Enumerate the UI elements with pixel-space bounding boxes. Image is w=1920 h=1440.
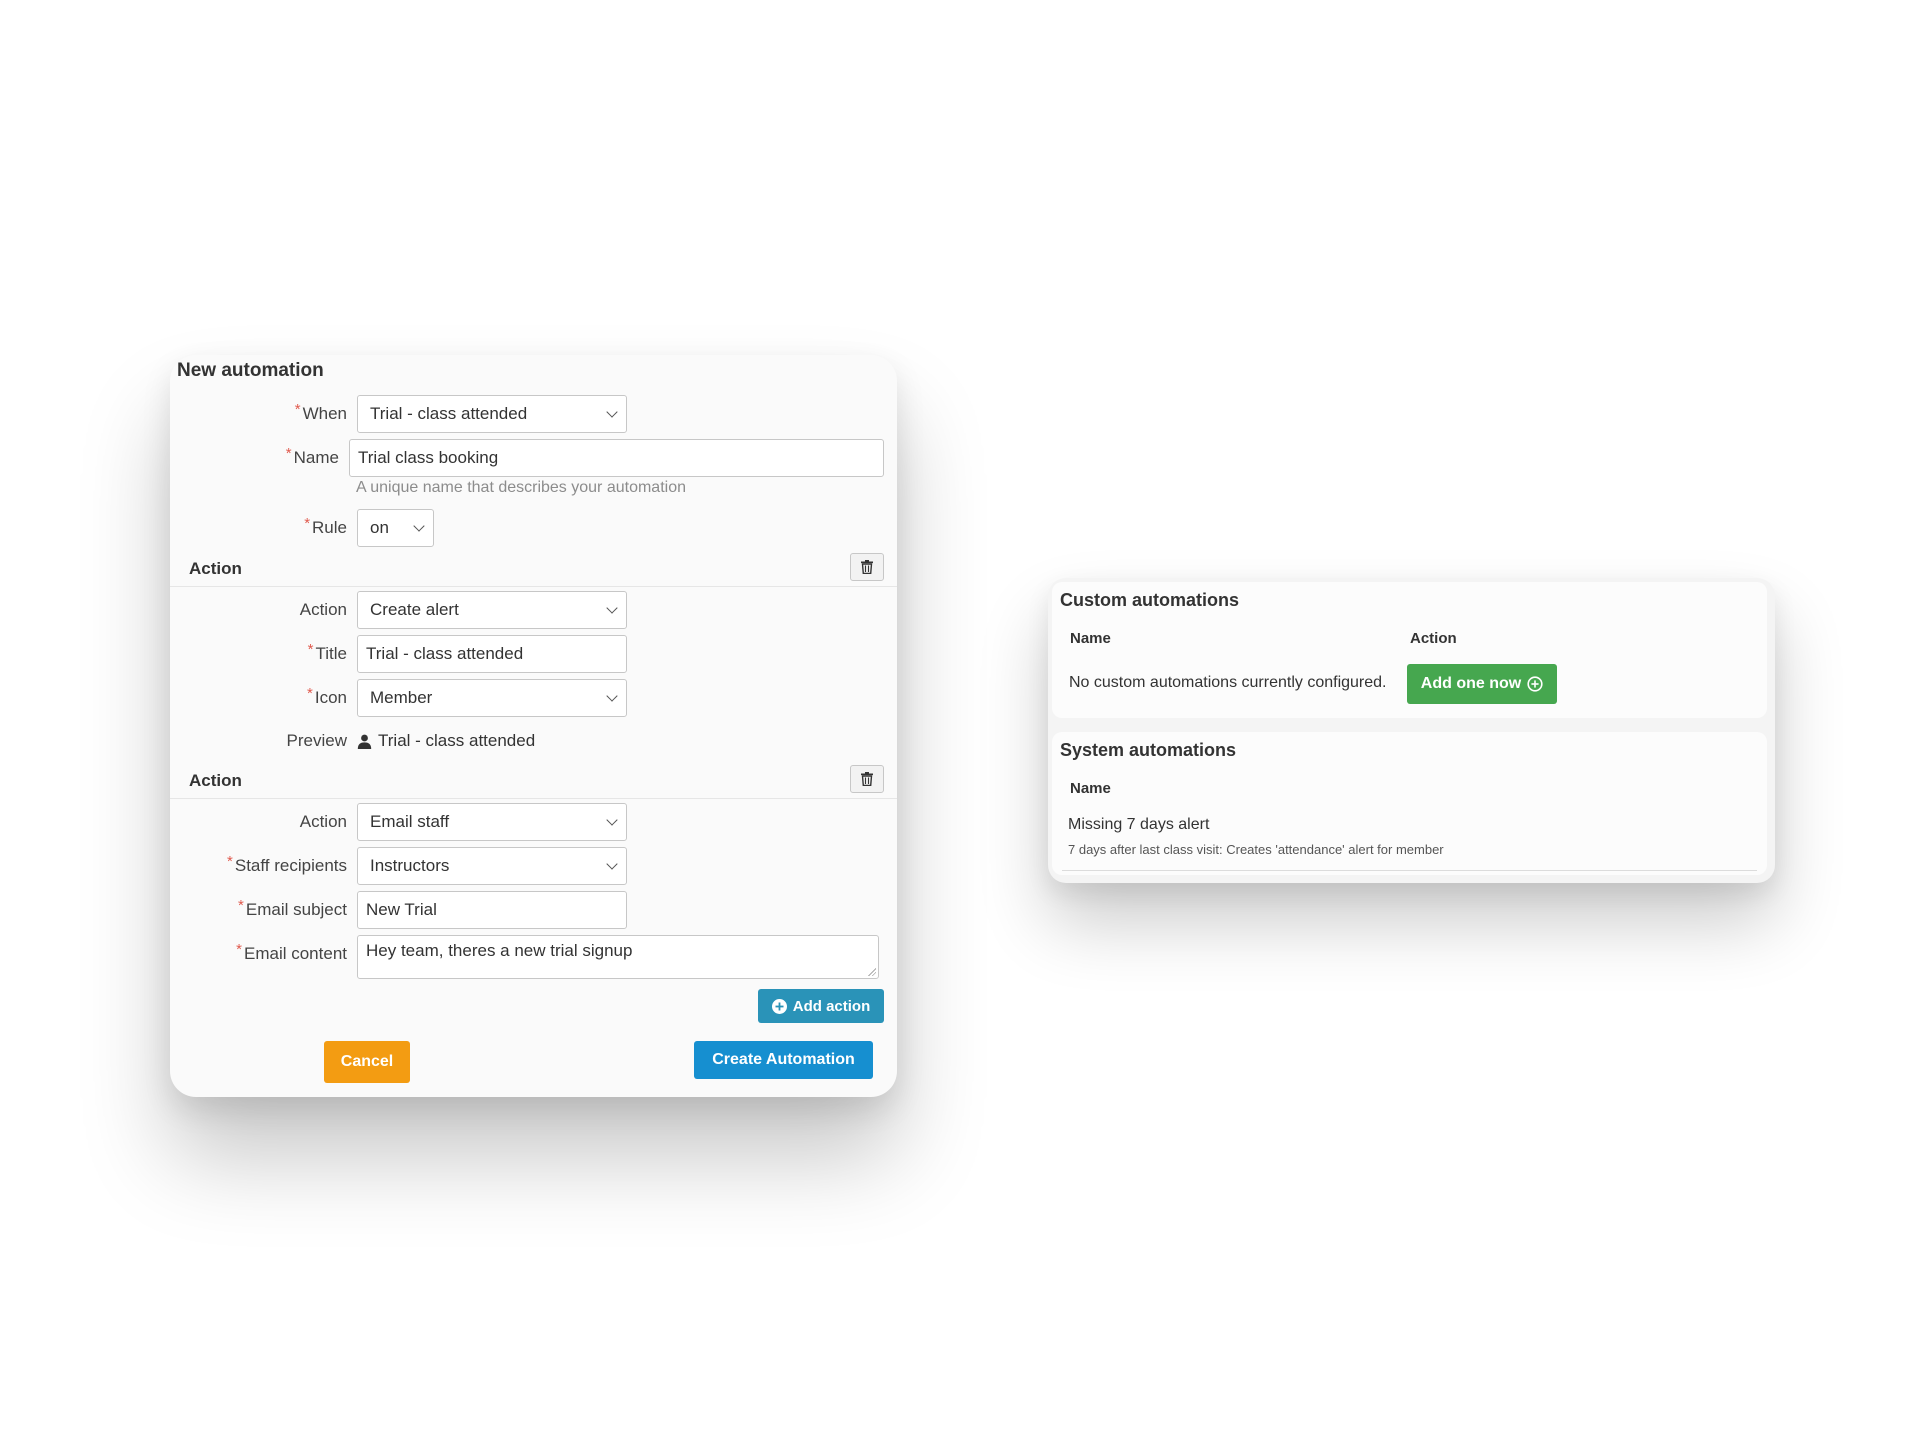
name-label: * Name xyxy=(285,445,339,467)
icon-row: * Icon Member xyxy=(170,679,897,717)
when-row: * When Trial - class attended xyxy=(170,395,897,433)
email-subject-label: * Email subject xyxy=(238,897,347,919)
preview-label: Preview xyxy=(286,731,347,750)
action-type-select[interactable]: Email staff xyxy=(357,803,627,841)
alert-title-input[interactable]: Trial - class attended xyxy=(357,635,627,673)
required-marker: * xyxy=(307,641,314,658)
required-marker: * xyxy=(294,401,301,418)
rule-row: * Rule on xyxy=(170,509,897,547)
alert-title-label: * Title xyxy=(307,641,347,663)
action-type-row: Action Create alert xyxy=(170,591,897,629)
icon-label: * Icon xyxy=(307,685,347,707)
column-header-name: Name xyxy=(1070,630,1111,647)
column-header-name: Name xyxy=(1070,780,1111,797)
preview-row: Preview Trial - class attended xyxy=(170,722,897,760)
system-automation-description: 7 days after last class visit: Creates '… xyxy=(1068,842,1444,857)
action-section-header: Action xyxy=(170,553,897,587)
trash-icon xyxy=(861,560,873,574)
new-automation-panel: New automation * When Trial - class atten… xyxy=(170,355,897,1097)
add-one-now-button[interactable]: Add one now xyxy=(1407,664,1557,704)
trash-icon xyxy=(861,772,873,786)
email-content-row: * Email content Hey team, theres a new tr… xyxy=(170,935,897,979)
resize-handle[interactable] xyxy=(868,968,876,976)
delete-action-button[interactable] xyxy=(850,553,884,581)
system-automation-name: Missing 7 days alert xyxy=(1068,816,1210,833)
plus-circle-icon xyxy=(771,998,787,1014)
email-content-textarea[interactable]: Hey team, theres a new trial signup xyxy=(357,935,879,979)
action-type-select[interactable]: Create alert xyxy=(357,591,627,629)
email-subject-row: * Email subject New Trial xyxy=(170,891,897,929)
cancel-button[interactable]: Cancel xyxy=(324,1041,410,1083)
required-marker: * xyxy=(285,445,292,462)
name-row: * Name Trial class booking xyxy=(170,439,897,477)
staff-recipients-row: * Staff recipients Instructors xyxy=(170,847,897,885)
custom-automations-title: Custom automations xyxy=(1060,590,1240,610)
rule-select[interactable]: on xyxy=(357,509,434,547)
staff-recipients-select[interactable]: Instructors xyxy=(357,847,627,885)
when-select[interactable]: Trial - class attended xyxy=(357,395,627,433)
action-type-row: Action Email staff xyxy=(170,803,897,841)
add-action-button[interactable]: Add action xyxy=(758,989,884,1023)
action-type-label: Action xyxy=(299,812,347,831)
staff-recipients-label: * Staff recipients xyxy=(227,853,347,875)
email-subject-input[interactable]: New Trial xyxy=(357,891,627,929)
automations-list-panel: Custom automations Name Action No custom… xyxy=(1048,578,1775,883)
required-marker: * xyxy=(238,897,244,914)
plus-circle-icon xyxy=(1527,676,1543,692)
required-marker: * xyxy=(307,685,313,702)
system-automations-card: System automations Name Missing 7 days a… xyxy=(1052,732,1767,875)
alert-title-row: * Title Trial - class attended xyxy=(170,635,897,673)
custom-automations-card: Custom automations Name Action No custom… xyxy=(1052,582,1767,718)
add-action-label: Add action xyxy=(792,997,871,1015)
name-input[interactable]: Trial class booking xyxy=(349,439,884,477)
email-content-label: * Email content xyxy=(236,941,347,963)
required-marker: * xyxy=(304,515,311,532)
when-label: * When xyxy=(294,401,347,423)
action-section-header: Action xyxy=(170,765,897,799)
rule-label: * Rule xyxy=(304,515,347,537)
required-marker: * xyxy=(236,941,242,958)
panel-title: New automation xyxy=(177,360,324,381)
icon-select[interactable]: Member xyxy=(357,679,627,717)
empty-state-text: No custom automations currently configur… xyxy=(1069,674,1387,691)
preview-text: Trial - class attended xyxy=(378,731,536,750)
table-divider xyxy=(1062,870,1757,871)
alert-preview: Trial - class attended xyxy=(357,722,535,760)
action-section-title: Action xyxy=(189,559,242,578)
add-one-now-label: Add one now xyxy=(1420,675,1522,692)
stage: New automation * When Trial - class atten… xyxy=(0,0,1920,1440)
name-help-text: A unique name that describes your automa… xyxy=(356,479,686,496)
system-automations-title: System automations xyxy=(1060,740,1237,760)
action-type-label: Action xyxy=(299,600,347,619)
email-content-text: Hey team, theres a new trial signup xyxy=(366,941,633,960)
action-section-title: Action xyxy=(189,771,242,790)
member-icon xyxy=(357,734,372,749)
create-automation-button[interactable]: Create Automation xyxy=(694,1041,873,1079)
required-marker: * xyxy=(227,853,233,870)
delete-action-button[interactable] xyxy=(850,765,884,793)
column-header-action: Action xyxy=(1410,630,1457,647)
